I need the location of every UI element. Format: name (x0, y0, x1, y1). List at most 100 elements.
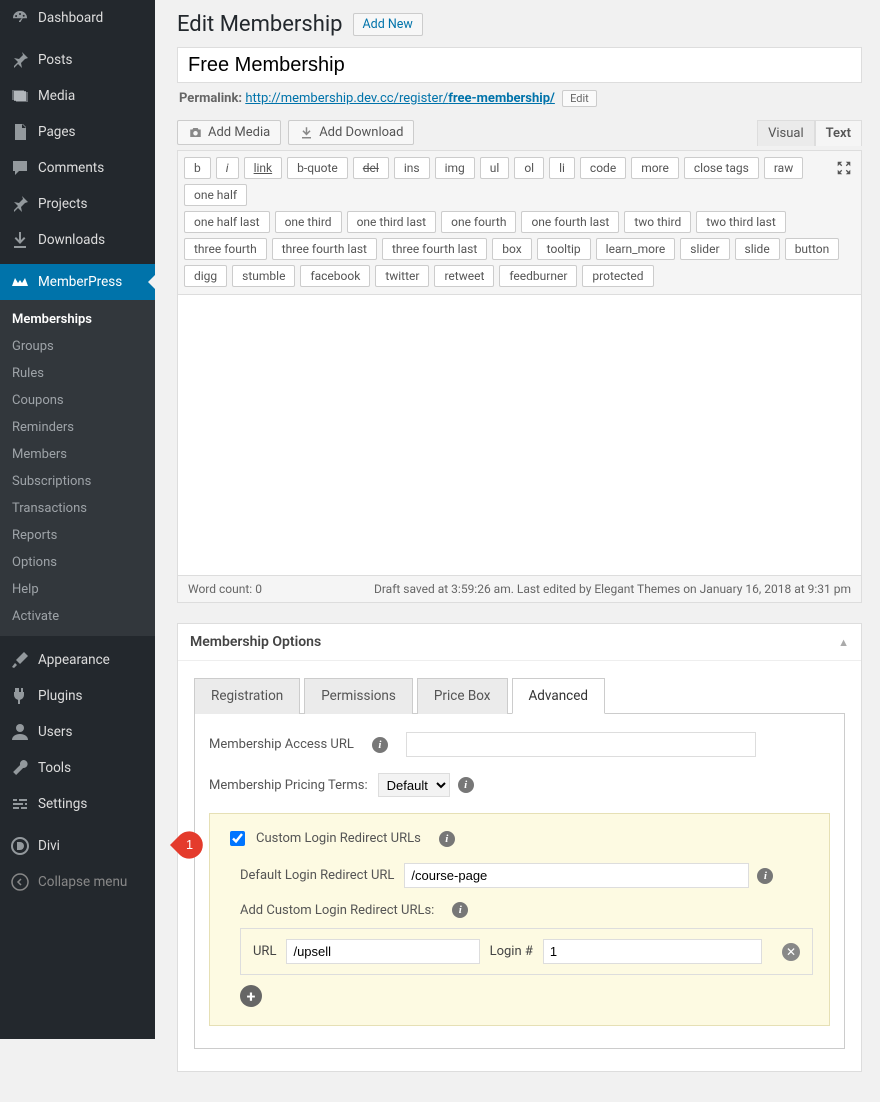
sidebar-item-settings[interactable]: Settings (0, 786, 155, 822)
sidebar-item-appearance[interactable]: Appearance (0, 642, 155, 678)
submenu-subscriptions[interactable]: Subscriptions (0, 468, 155, 495)
quicktag-b-quote[interactable]: b-quote (287, 157, 348, 179)
quicktag-two-third[interactable]: two third (624, 211, 691, 233)
sidebar-item-collapse[interactable]: Collapse menu (0, 864, 155, 900)
quicktag-ins[interactable]: ins (394, 157, 430, 179)
quicktag-slider[interactable]: slider (680, 238, 729, 260)
info-icon[interactable]: i (757, 868, 773, 884)
permalink-edit-button[interactable]: Edit (562, 90, 597, 107)
info-icon[interactable]: i (372, 737, 388, 753)
submenu-activate[interactable]: Activate (0, 603, 155, 630)
sidebar-item-users[interactable]: Users (0, 714, 155, 750)
editor-tab-text[interactable]: Text (815, 120, 862, 146)
submenu-transactions[interactable]: Transactions (0, 495, 155, 522)
add-download-button[interactable]: Add Download (288, 120, 414, 145)
quicktag-one-third[interactable]: one third (275, 211, 342, 233)
quicktag-button[interactable]: button (785, 238, 840, 260)
quicktag-three-fourth-last[interactable]: three fourth last (382, 238, 487, 260)
quicktag-one-half-last[interactable]: one half last (184, 211, 270, 233)
add-new-button[interactable]: Add New (353, 13, 423, 36)
sidebar-item-downloads[interactable]: Downloads (0, 222, 155, 258)
submenu-options[interactable]: Options (0, 549, 155, 576)
tab-price-box[interactable]: Price Box (417, 678, 508, 714)
quicktag-li[interactable]: li (549, 157, 575, 179)
login-num-input[interactable] (543, 939, 762, 964)
page-heading: Edit Membership Add New (177, 12, 862, 37)
sidebar-item-media[interactable]: Media (0, 78, 155, 114)
quicktag-code[interactable]: code (580, 157, 626, 179)
quicktag-three-fourth-last[interactable]: three fourth last (272, 238, 377, 260)
submenu-rules[interactable]: Rules (0, 360, 155, 387)
quicktag-one-fourth-last[interactable]: one fourth last (521, 211, 619, 233)
sidebar-item-label: Dashboard (38, 10, 103, 26)
add-row-button[interactable]: + (240, 985, 262, 1007)
custom-redirect-checkbox[interactable] (230, 831, 245, 846)
quicktag-learn-more[interactable]: learn_more (596, 238, 676, 260)
submenu-memberships[interactable]: Memberships (0, 306, 155, 333)
quicktag-digg[interactable]: digg (184, 265, 227, 287)
editor-tab-visual[interactable]: Visual (757, 120, 815, 146)
quicktag-retweet[interactable]: retweet (434, 265, 494, 287)
info-icon[interactable]: i (439, 831, 455, 847)
sidebar-item-plugins[interactable]: Plugins (0, 678, 155, 714)
quicktag-b[interactable]: b (184, 157, 211, 179)
redirect-url-input[interactable] (286, 939, 479, 964)
quicktag-twitter[interactable]: twitter (375, 265, 429, 287)
quicktag-ol[interactable]: ol (514, 157, 544, 179)
sidebar-item-label: Users (38, 724, 72, 740)
quicktag-ul[interactable]: ul (480, 157, 510, 179)
post-title-input[interactable] (177, 47, 862, 83)
sidebar-item-divi[interactable]: Divi (0, 828, 155, 864)
quicktag-tooltip[interactable]: tooltip (537, 238, 591, 260)
quicktag-feedburner[interactable]: feedburner (499, 265, 577, 287)
quicktag-one-half[interactable]: one half (184, 184, 247, 206)
default-redirect-label: Default Login Redirect URL (240, 868, 394, 883)
add-media-button[interactable]: Add Media (177, 120, 281, 145)
quicktag-box[interactable]: box (492, 238, 531, 260)
quicktag-facebook[interactable]: facebook (300, 265, 370, 287)
quicktag-one-third-last[interactable]: one third last (347, 211, 437, 233)
sidebar-item-comments[interactable]: Comments (0, 150, 155, 186)
default-redirect-input[interactable] (404, 863, 749, 888)
submenu-groups[interactable]: Groups (0, 333, 155, 360)
submenu-reports[interactable]: Reports (0, 522, 155, 549)
sidebar-item-label: Divi (38, 838, 60, 854)
quicktag-one-fourth[interactable]: one fourth (441, 211, 516, 233)
submenu-reminders[interactable]: Reminders (0, 414, 155, 441)
quicktag-three-fourth[interactable]: three fourth (184, 238, 267, 260)
permalink-row: Permalink: http://membership.dev.cc/regi… (179, 91, 862, 106)
sidebar-item-projects[interactable]: Projects (0, 186, 155, 222)
tab-permissions[interactable]: Permissions (304, 678, 413, 714)
quicktag-slide[interactable]: slide (735, 238, 780, 260)
pricing-terms-select[interactable]: Default (378, 773, 450, 797)
quicktag-close-tags[interactable]: close tags (684, 157, 759, 179)
metabox-toggle-icon[interactable]: ▲ (838, 636, 849, 649)
sidebar-item-memberpress[interactable]: MemberPress (0, 264, 155, 300)
tab-registration[interactable]: Registration (194, 678, 300, 714)
submenu-coupons[interactable]: Coupons (0, 387, 155, 414)
remove-row-button[interactable]: ✕ (782, 943, 800, 961)
quicktag-i[interactable]: i (216, 157, 239, 179)
permalink-link[interactable]: http://membership.dev.cc/register/free-m… (245, 91, 555, 106)
sidebar-item-tools[interactable]: Tools (0, 750, 155, 786)
fullscreen-icon[interactable] (835, 159, 853, 177)
tab-advanced[interactable]: Advanced (512, 678, 606, 714)
metabox-header[interactable]: Membership Options ▲ (178, 624, 861, 661)
sidebar-item-pages[interactable]: Pages (0, 114, 155, 150)
submenu-help[interactable]: Help (0, 576, 155, 603)
sidebar-item-posts[interactable]: Posts (0, 42, 155, 78)
submenu-members[interactable]: Members (0, 441, 155, 468)
quicktag-del[interactable]: del (353, 157, 389, 179)
quicktag-more[interactable]: more (631, 157, 679, 179)
editor-textarea[interactable] (178, 295, 861, 575)
quicktag-link[interactable]: link (244, 157, 283, 179)
quicktag-two-third-last[interactable]: two third last (696, 211, 785, 233)
quicktag-raw[interactable]: raw (764, 157, 803, 179)
info-icon[interactable]: i (452, 902, 468, 918)
quicktag-protected[interactable]: protected (582, 265, 653, 287)
access-url-input[interactable] (406, 732, 756, 757)
quicktag-img[interactable]: img (435, 157, 475, 179)
quicktag-stumble[interactable]: stumble (232, 265, 295, 287)
info-icon[interactable]: i (458, 777, 474, 793)
sidebar-item-dashboard[interactable]: Dashboard (0, 0, 155, 36)
